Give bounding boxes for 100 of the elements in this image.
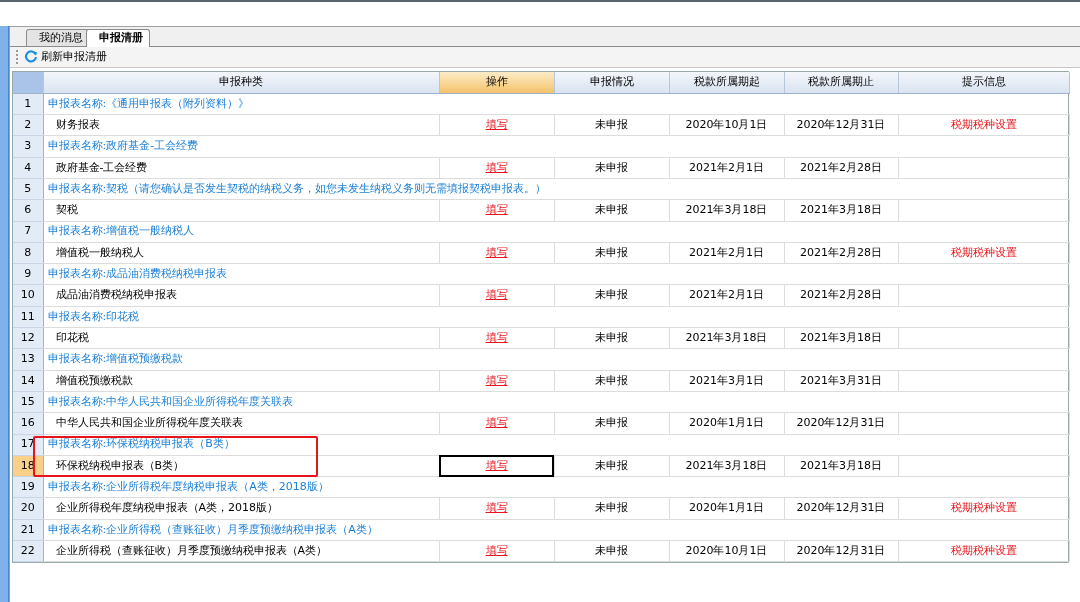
row-number: 6 (13, 199, 43, 222)
group-title: 申报表名称:《通用申报表（附列资料）》 (43, 93, 1069, 115)
row-number: 7 (13, 221, 43, 243)
fill-in-link[interactable]: 填写 (485, 118, 508, 131)
table-cell: 2021年3月18日 (669, 455, 784, 477)
group-title: 申报表名称:企业所得税（查账征收）月季度预缴纳税申报表（A类） (43, 519, 1069, 541)
table-cell: 2021年3月31日 (784, 370, 898, 392)
column-header[interactable]: 操作 (439, 72, 554, 94)
row-number: 3 (13, 135, 43, 158)
table-cell: 企业所得税年度纳税申报表（A类，2018版） (43, 497, 439, 520)
row-number: 1 (13, 93, 43, 115)
table-cell: 未申报 (554, 199, 669, 222)
table-cell: 成品油消费税纳税申报表 (43, 284, 439, 307)
table-cell: 政府基金-工会经费 (43, 157, 439, 179)
table-cell: 印花税 (43, 327, 439, 349)
tax-settings-link[interactable]: 税期税种设置 (950, 118, 1017, 131)
table-cell: 2020年12月31日 (784, 412, 898, 435)
table-cell: 财务报表 (43, 114, 439, 136)
row-number: 22 (13, 540, 43, 562)
table-cell: 未申报 (554, 455, 669, 477)
fill-in-link[interactable]: 填写 (485, 330, 508, 344)
table-cell: 2020年12月31日 (784, 497, 898, 520)
row-number: 19 (13, 476, 43, 498)
table-cell: 2021年3月18日 (784, 327, 898, 349)
fill-in-link[interactable]: 填写 (485, 501, 508, 515)
table-cell: 未申报 (554, 284, 669, 307)
table-cell: 未申报 (554, 242, 669, 264)
table-cell: 未申报 (554, 540, 669, 562)
group-title: 申报表名称:成品油消费税纳税申报表 (43, 263, 1069, 285)
row-number: 5 (13, 178, 43, 200)
table-cell: 未申报 (554, 412, 669, 435)
tax-settings-link[interactable]: 税期税种设置 (950, 501, 1017, 515)
column-header[interactable]: 申报情况 (554, 72, 669, 94)
refresh-icon (24, 50, 38, 64)
fill-in-link[interactable]: 填写 (485, 203, 508, 217)
row-number: 14 (13, 370, 43, 392)
table-cell: 2021年2月1日 (669, 242, 784, 264)
table-cell: 2020年10月1日 (669, 114, 784, 136)
table-cell: 2021年3月18日 (784, 199, 898, 222)
table-cell: 2020年1月1日 (669, 412, 784, 435)
column-header[interactable]: 税款所属期起 (669, 72, 784, 94)
column-header[interactable]: 申报种类 (43, 72, 439, 94)
row-number: 8 (13, 242, 43, 264)
table-cell: 2020年10月1日 (669, 540, 784, 562)
table-cell: 未申报 (554, 114, 669, 136)
row-number: 4 (13, 157, 43, 179)
row-number: 12 (13, 327, 43, 349)
row-number: 20 (13, 497, 43, 520)
table-cell: 2021年2月1日 (669, 284, 784, 307)
table-cell: 契税 (43, 199, 439, 222)
tax-settings-link[interactable]: 税期税种设置 (950, 245, 1017, 259)
row-number: 2 (13, 114, 43, 136)
table-cell: 未申报 (554, 327, 669, 349)
row-number: 16 (13, 412, 43, 435)
group-title: 申报表名称:增值税一般纳税人 (43, 221, 1069, 243)
column-header[interactable]: 提示信息 (898, 72, 1069, 94)
tax-settings-link[interactable]: 税期税种设置 (950, 543, 1017, 557)
table-cell: 2020年1月1日 (669, 497, 784, 520)
column-header[interactable]: 税款所属期止 (784, 72, 898, 94)
row-number: 13 (13, 348, 43, 371)
table-cell: 未申报 (554, 370, 669, 392)
row-number: 21 (13, 519, 43, 541)
fill-in-link[interactable]: 填写 (485, 160, 508, 174)
group-title: 申报表名称:政府基金-工会经费 (43, 135, 1069, 158)
table-cell: 2020年12月31日 (784, 540, 898, 562)
table-cell: 2021年3月1日 (669, 370, 784, 392)
table-cell: 增值税一般纳税人 (43, 242, 439, 264)
group-title: 申报表名称:企业所得税年度纳税申报表（A类，2018版） (43, 476, 1069, 498)
table-cell: 2021年2月28日 (784, 284, 898, 307)
row-number: 9 (13, 263, 43, 285)
table-cell: 2021年2月28日 (784, 157, 898, 179)
table-cell: 未申报 (554, 157, 669, 179)
group-title: 申报表名称:中华人民共和国企业所得税年度关联表 (43, 391, 1069, 413)
group-title: 申报表名称:印花税 (43, 306, 1069, 328)
refresh-button[interactable]: 刷新申报清册 (22, 48, 109, 66)
table-cell: 2021年3月18日 (669, 199, 784, 222)
table-cell: 2021年3月18日 (669, 327, 784, 349)
row-number: 15 (13, 391, 43, 413)
table-cell: 增值税预缴税款 (43, 370, 439, 392)
group-title: 申报表名称:环保税纳税申报表（B类） (43, 434, 1069, 456)
tab[interactable]: 申报清册 (86, 29, 150, 47)
table-cell: 2021年2月28日 (784, 242, 898, 264)
fill-in-link[interactable]: 填写 (485, 416, 508, 430)
table-cell: 中华人民共和国企业所得税年度关联表 (43, 412, 439, 435)
corner-header[interactable] (13, 72, 43, 94)
table-cell: 2020年12月31日 (784, 114, 898, 136)
row-number: 10 (13, 284, 43, 307)
fill-in-link[interactable]: 填写 (485, 245, 508, 259)
table-cell: 未申报 (554, 497, 669, 520)
group-title: 申报表名称:增值税预缴税款 (43, 348, 1069, 371)
group-title: 申报表名称:契税（请您确认是否发生契税的纳税义务，如您未发生纳税义务则无需填报契税申报表。） (43, 178, 1069, 200)
table-cell: 2021年2月1日 (669, 157, 784, 179)
fill-in-link[interactable]: 填写 (485, 288, 508, 302)
selected-cell[interactable]: 填写 (439, 455, 554, 477)
table-cell: 2021年3月18日 (784, 455, 898, 477)
fill-in-link[interactable]: 填写 (485, 543, 508, 557)
fill-in-link[interactable]: 填写 (485, 373, 508, 387)
fill-in-link[interactable]: 填写 (485, 458, 508, 472)
table-cell: 企业所得税（查账征收）月季度预缴纳税申报表（A类） (43, 540, 439, 562)
row-number: 11 (13, 306, 43, 328)
